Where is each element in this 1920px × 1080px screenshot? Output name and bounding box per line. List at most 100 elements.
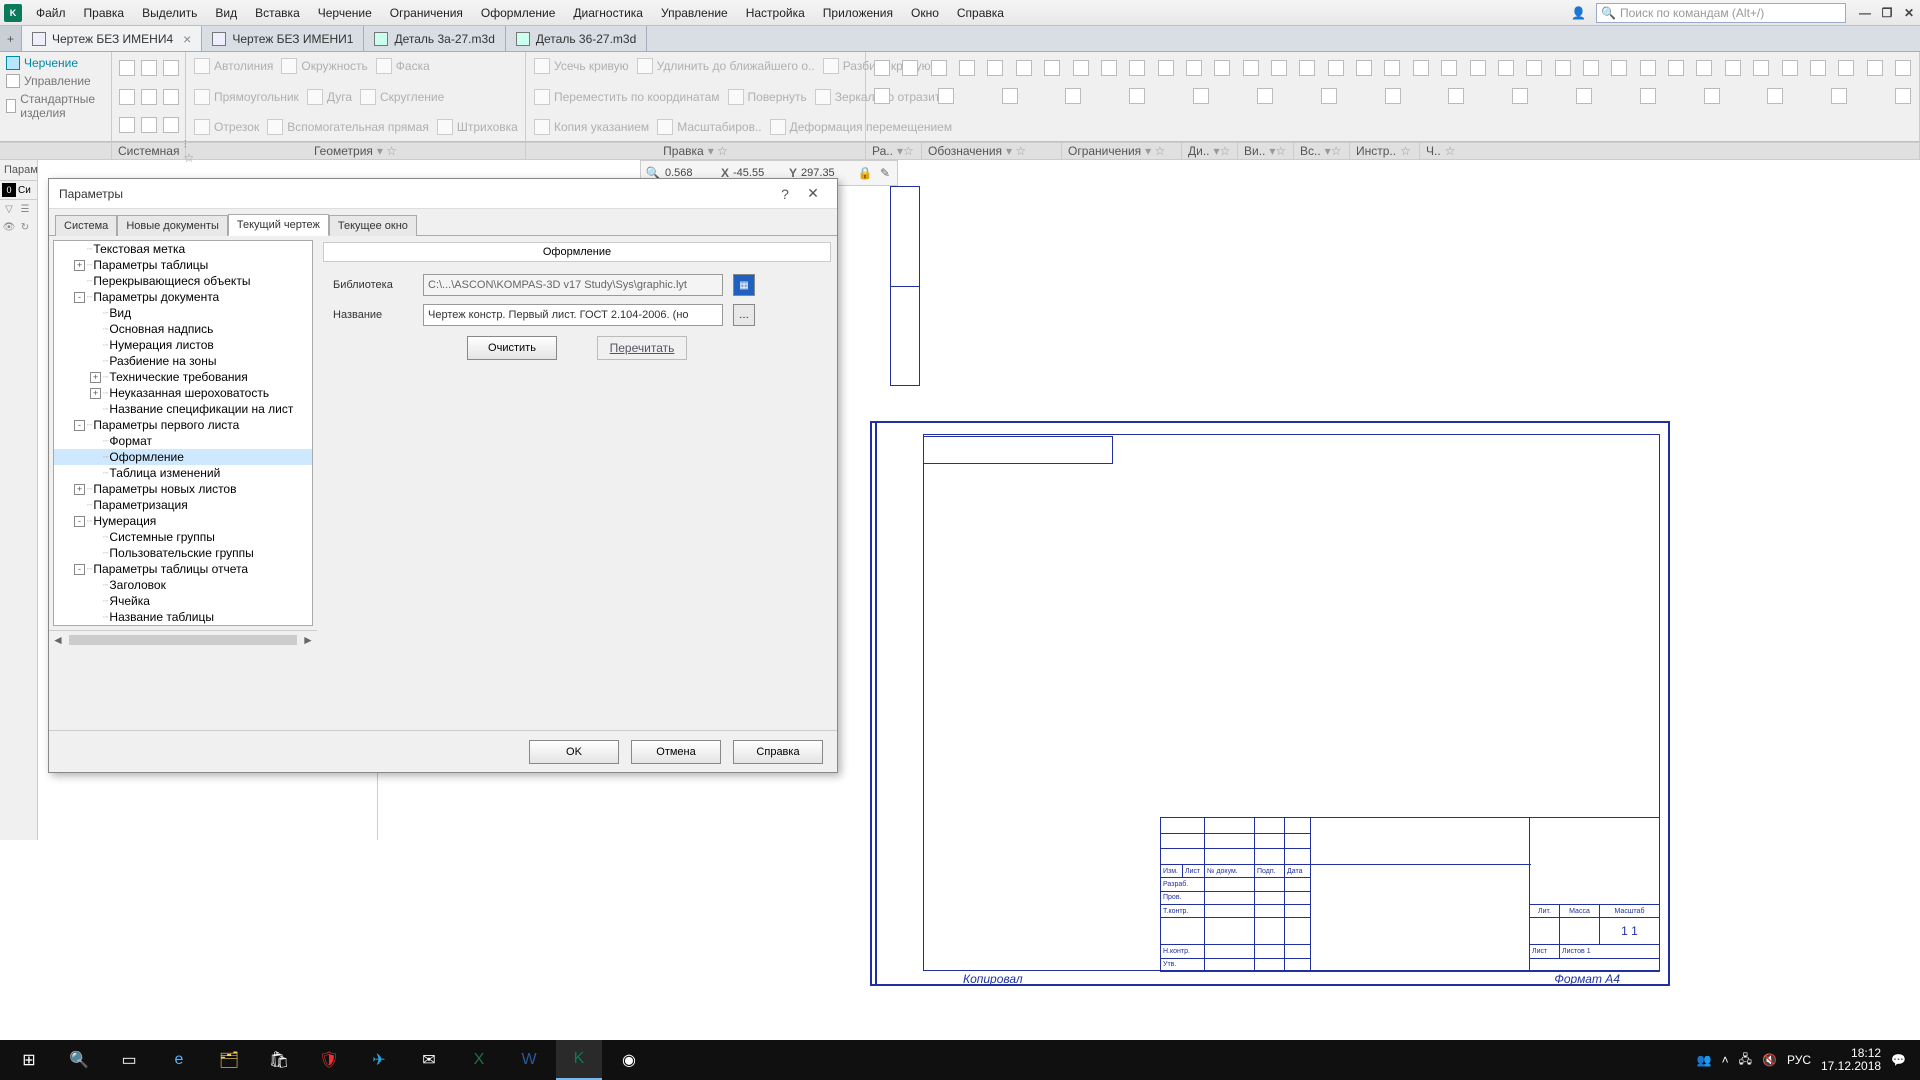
- kompas-taskbar-icon[interactable]: K: [556, 1040, 602, 1080]
- refresh-icon[interactable]: ↻: [18, 220, 32, 234]
- tree-node[interactable]: ┈Системные группы: [54, 529, 312, 545]
- new-icon[interactable]: [118, 56, 136, 80]
- ribbon-icon[interactable]: [1763, 84, 1787, 108]
- telegram-icon[interactable]: ✈: [356, 1040, 402, 1080]
- ribbon-icon[interactable]: [1324, 56, 1348, 80]
- scale-tool[interactable]: Масштабиров..: [655, 117, 763, 137]
- ribbon-icon[interactable]: [1437, 56, 1461, 80]
- tree-node[interactable]: ┈Разбиение на зоны: [54, 353, 312, 369]
- ribbon-icon[interactable]: [1239, 56, 1263, 80]
- cancel-button[interactable]: Отмена: [631, 740, 721, 764]
- reread-button[interactable]: Перечитать: [597, 336, 687, 360]
- ribbon-icon[interactable]: [1466, 56, 1490, 80]
- ribbon-icon[interactable]: [1125, 84, 1149, 108]
- chrome-icon[interactable]: ◉: [606, 1040, 652, 1080]
- ribbon-icon[interactable]: [1012, 56, 1036, 80]
- tree-node[interactable]: ┈Перекрывающиеся объекты: [54, 273, 312, 289]
- tree-node[interactable]: ┈Текстовая метка: [54, 241, 312, 257]
- menu-drawing[interactable]: Черчение: [310, 3, 380, 23]
- tree-expand-icon[interactable]: -: [74, 516, 85, 527]
- tray-chevron-icon[interactable]: ˄: [1722, 1053, 1729, 1067]
- network-icon[interactable]: 🖧: [1739, 1050, 1752, 1071]
- tree-node[interactable]: ┈Формат: [54, 433, 312, 449]
- doc-tab-3[interactable]: Деталь 36-27.m3d: [506, 26, 647, 51]
- ribbon-icon[interactable]: [1778, 56, 1802, 80]
- ribbon-icon[interactable]: [983, 56, 1007, 80]
- ribbon-icon[interactable]: [1380, 56, 1404, 80]
- cut-icon[interactable]: [162, 113, 180, 137]
- menu-diag[interactable]: Диагностика: [565, 3, 651, 23]
- aux-line-tool[interactable]: Вспомогатель­ная прямая: [265, 117, 431, 137]
- tree-node[interactable]: ┈Параметризация: [54, 497, 312, 513]
- ribbon-icon[interactable]: [1891, 84, 1915, 108]
- pencil-icon[interactable]: ✎: [877, 165, 893, 181]
- mode-manage[interactable]: Управление: [6, 74, 105, 88]
- rect-tool[interactable]: Прямоугольник: [192, 87, 301, 107]
- ribbon-icon[interactable]: [955, 56, 979, 80]
- start-button[interactable]: ⊞: [6, 1040, 52, 1080]
- taskview-icon[interactable]: ▭: [106, 1040, 152, 1080]
- layout-name-field[interactable]: Чертеж констр. Первый лист. ГОСТ 2.104-2…: [423, 304, 723, 326]
- ok-button[interactable]: OK: [529, 740, 619, 764]
- tab-current-window[interactable]: Текущее окно: [329, 215, 417, 236]
- tree-node[interactable]: ┈Основная надпись: [54, 321, 312, 337]
- ribbon-icon[interactable]: [1444, 84, 1468, 108]
- tree-node[interactable]: +┈Неуказанная шероховатость: [54, 385, 312, 401]
- tree-icon[interactable]: ☰: [18, 202, 32, 216]
- word-icon[interactable]: W: [506, 1040, 552, 1080]
- tree-node[interactable]: -┈Нумерация: [54, 513, 312, 529]
- tree-hscroll[interactable]: ◄ ►: [49, 630, 317, 648]
- menu-help[interactable]: Справка: [949, 3, 1012, 23]
- people-icon[interactable]: 👥: [1697, 1053, 1712, 1067]
- ribbon-icon[interactable]: [1806, 56, 1830, 80]
- filter-icon[interactable]: ▽: [2, 202, 16, 216]
- copy-icon[interactable]: [118, 113, 136, 137]
- arc-tool[interactable]: Дуга: [305, 87, 354, 107]
- tree-node[interactable]: +┈Параметры таблицы: [54, 257, 312, 273]
- ribbon-icon[interactable]: [1040, 56, 1064, 80]
- search-taskbar-icon[interactable]: 🔍: [56, 1040, 102, 1080]
- edge-icon[interactable]: e: [156, 1040, 202, 1080]
- ribbon-icon[interactable]: [1891, 56, 1915, 80]
- explorer-icon[interactable]: 🗂: [206, 1040, 252, 1080]
- extend-tool[interactable]: Удлинить до ближайшего о..: [635, 56, 817, 76]
- tree-expand-icon[interactable]: -: [74, 292, 85, 303]
- ribbon-icon[interactable]: [1154, 56, 1178, 80]
- browse-name-button[interactable]: …: [733, 304, 755, 326]
- tree-node[interactable]: ┈Нумерация листов: [54, 337, 312, 353]
- mcafee-icon[interactable]: 🛡: [306, 1040, 352, 1080]
- doc-tab-2[interactable]: Деталь 3а-27.m3d: [364, 26, 505, 51]
- lock-icon[interactable]: 🔒: [857, 165, 873, 181]
- ribbon-icon[interactable]: [898, 56, 922, 80]
- ribbon-icon[interactable]: [927, 56, 951, 80]
- layer-indicator[interactable]: 0Си: [0, 181, 37, 200]
- tree-node[interactable]: ┈Заголовок: [54, 577, 312, 593]
- redo-icon[interactable]: [162, 85, 180, 109]
- ribbon-icon[interactable]: [1253, 84, 1277, 108]
- undo-icon[interactable]: [140, 85, 158, 109]
- eye-icon[interactable]: 👁: [2, 220, 16, 234]
- clock[interactable]: 18:1217.12.2018: [1821, 1047, 1881, 1073]
- paste-icon[interactable]: [140, 113, 158, 137]
- ribbon-icon[interactable]: [1636, 84, 1660, 108]
- ribbon-icon[interactable]: [1749, 56, 1773, 80]
- tree-node[interactable]: ┈Название таблицы: [54, 609, 312, 625]
- help-button[interactable]: Справка: [733, 740, 823, 764]
- ribbon-icon[interactable]: [1352, 56, 1376, 80]
- tree-node[interactable]: -┈Параметры таблицы отчета: [54, 561, 312, 577]
- ribbon-icon[interactable]: [1636, 56, 1660, 80]
- ribbon-icon[interactable]: [1182, 56, 1206, 80]
- ribbon-icon[interactable]: [1664, 56, 1688, 80]
- ribbon-icon[interactable]: [1607, 56, 1631, 80]
- open-icon[interactable]: [140, 56, 158, 80]
- close-tab-icon[interactable]: ×: [183, 31, 191, 47]
- new-doc-button[interactable]: +: [0, 26, 22, 51]
- ribbon-icon[interactable]: [1827, 84, 1851, 108]
- tab-current-drawing[interactable]: Текущий чертеж: [228, 214, 329, 236]
- mode-std[interactable]: Стандартные изделия: [6, 92, 105, 120]
- tree-node[interactable]: ┈Оформление: [54, 449, 312, 465]
- tree-expand-icon[interactable]: -: [74, 564, 85, 575]
- tree-node[interactable]: -┈Параметры первого листа: [54, 417, 312, 433]
- ribbon-icon[interactable]: [1267, 56, 1291, 80]
- tree-expand-icon[interactable]: +: [90, 388, 101, 399]
